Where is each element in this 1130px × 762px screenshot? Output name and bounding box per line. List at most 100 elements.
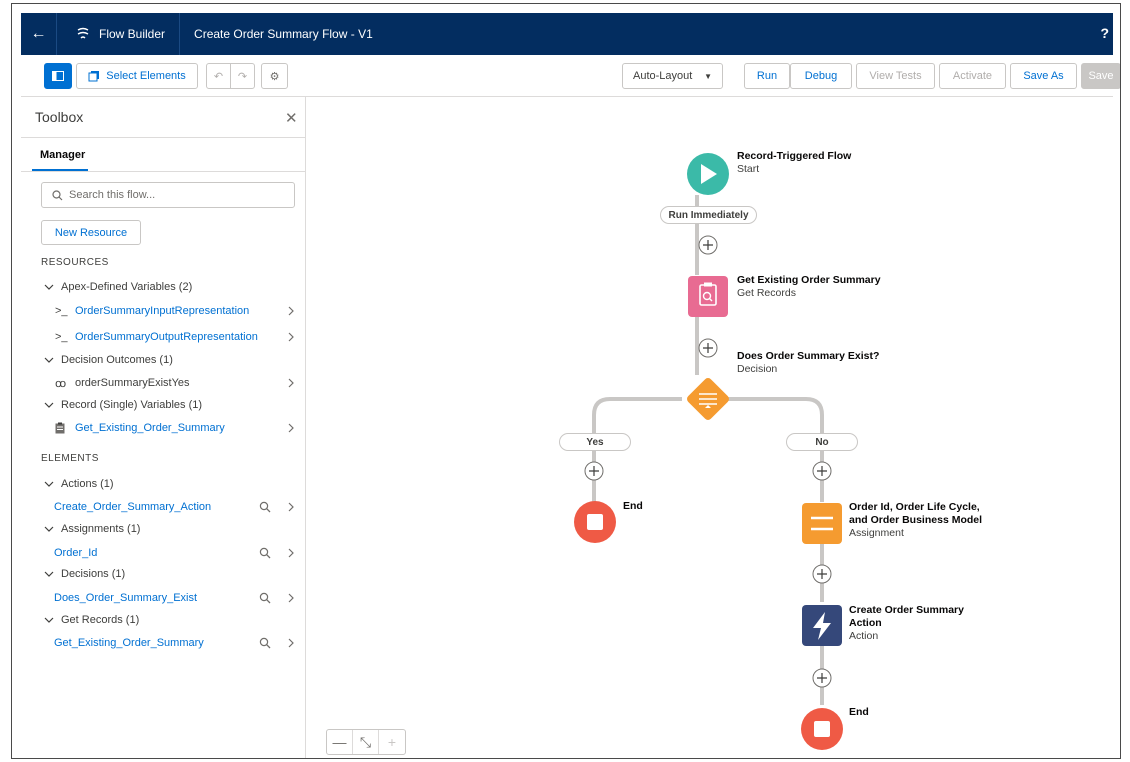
decision-label: Does Order Summary Exist? Decision	[737, 350, 879, 376]
resources-section-title: RESOURCES	[41, 257, 109, 268]
arrow-left-icon: ←	[30, 25, 47, 42]
resource-item[interactable]: >_ OrderSummaryOutputRepresentation	[21, 327, 305, 347]
activate-button[interactable]: Activate	[939, 63, 1006, 89]
resource-item[interactable]: ꝏ orderSummaryExistYes	[21, 373, 305, 393]
add-element-button[interactable]	[812, 461, 832, 481]
group-label: Record (Single) Variables (1)	[61, 399, 203, 411]
save-as-button[interactable]: Save As	[1010, 63, 1077, 89]
zoom-out-button[interactable]: —	[327, 730, 353, 754]
element-item-label: Get_Existing_Order_Summary	[54, 637, 204, 649]
assignment-title: and Order Business Model	[849, 514, 983, 526]
group-actions[interactable]: Actions (1)	[21, 474, 305, 494]
branch-no-badge[interactable]: No	[786, 433, 858, 451]
end-node-no[interactable]	[801, 708, 843, 750]
new-resource-button[interactable]: New Resource	[41, 220, 141, 245]
add-element-button[interactable]	[698, 338, 718, 358]
action-subtitle: Action	[849, 630, 879, 642]
fit-to-view-button[interactable]: ⤡	[353, 730, 379, 754]
start-node-subtitle: Start	[737, 163, 760, 175]
assignment-title: Order Id, Order Life Cycle,	[849, 501, 980, 513]
chevron-down-icon: ▼	[704, 71, 712, 81]
search-icon[interactable]	[259, 637, 271, 649]
element-item[interactable]: Order_Id	[21, 543, 305, 563]
divider	[21, 171, 305, 172]
debug-button[interactable]: Debug	[790, 63, 852, 89]
group-label: Get Records (1)	[61, 614, 140, 626]
help-button[interactable]: ?	[1100, 25, 1109, 41]
add-element-button[interactable]	[812, 564, 832, 584]
app-name: Flow Builder	[99, 27, 166, 41]
end-node-yes[interactable]	[574, 501, 616, 543]
group-decision-outcomes[interactable]: Decision Outcomes (1)	[21, 350, 305, 370]
chevron-down-icon	[44, 357, 54, 363]
decision-title: Does Order Summary Exist?	[737, 350, 880, 362]
copy-icon	[88, 71, 100, 82]
end-yes-title: End	[623, 500, 643, 512]
assignment-label: Order Id, Order Life Cycle, and Order Bu…	[849, 501, 982, 540]
group-decisions[interactable]: Decisions (1)	[21, 564, 305, 584]
element-item[interactable]: Does_Order_Summary_Exist	[21, 588, 305, 608]
group-record-variables[interactable]: Record (Single) Variables (1)	[21, 395, 305, 415]
redo-icon: ↷	[237, 70, 248, 83]
get-records-node[interactable]	[688, 276, 728, 317]
search-input[interactable]	[69, 189, 279, 201]
search-icon[interactable]	[259, 547, 271, 559]
search-icon[interactable]	[259, 592, 271, 604]
assignment-node[interactable]	[802, 503, 842, 544]
tab-manager[interactable]: Manager	[32, 147, 88, 171]
add-element-button[interactable]	[812, 668, 832, 688]
add-element-button[interactable]	[584, 461, 604, 481]
settings-button[interactable]: ⚙	[261, 63, 288, 89]
group-get-records[interactable]: Get Records (1)	[21, 610, 305, 630]
chevron-right-icon	[288, 332, 294, 342]
app-frame: ← Flow Builder Create Order Summary Flow…	[11, 3, 1121, 759]
toggle-toolbox-button[interactable]	[44, 63, 72, 89]
back-button[interactable]: ←	[21, 13, 57, 55]
add-element-button[interactable]	[698, 235, 718, 255]
select-elements-label: Select Elements	[106, 70, 186, 82]
group-apex-defined-variables[interactable]: Apex-Defined Variables (2)	[21, 277, 305, 297]
element-item[interactable]: Create_Order_Summary_Action	[21, 497, 305, 517]
start-node[interactable]	[687, 153, 729, 195]
chevron-down-icon	[44, 571, 54, 577]
resource-item-label: Get_Existing_Order_Summary	[75, 422, 225, 434]
chevron-down-icon	[44, 284, 54, 290]
undo-button[interactable]: ↶	[206, 63, 231, 89]
search-field[interactable]	[41, 182, 295, 208]
undo-icon: ↶	[213, 70, 224, 83]
global-header: ← Flow Builder Create Order Summary Flow…	[21, 13, 1113, 55]
resource-item[interactable]: Get_Existing_Order_Summary	[21, 418, 305, 438]
branch-yes-badge[interactable]: Yes	[559, 433, 631, 451]
view-tests-button[interactable]: View Tests	[856, 63, 935, 89]
toolbox-panel: Toolbox ✕ Manager New Resource RESOURCES…	[21, 97, 306, 758]
clipboard-icon	[55, 422, 65, 434]
redo-button[interactable]: ↷	[230, 63, 255, 89]
end-yes-label: End	[623, 500, 643, 513]
resource-item[interactable]: >_ OrderSummaryInputRepresentation	[21, 301, 305, 321]
element-item[interactable]: Get_Existing_Order_Summary	[21, 633, 305, 653]
search-icon	[52, 189, 63, 200]
flow-canvas[interactable]: Record-Triggered Flow Start Run Immediat…	[307, 97, 1113, 758]
flow-diagram	[574, 153, 843, 750]
layout-mode-select[interactable]: Auto-Layout ▼	[622, 63, 723, 89]
group-label: Decision Outcomes (1)	[61, 354, 173, 366]
zoom-in-button[interactable]: +	[379, 730, 405, 754]
action-node[interactable]	[802, 605, 842, 646]
flow-icon	[77, 27, 89, 39]
group-assignments[interactable]: Assignments (1)	[21, 519, 305, 539]
select-elements-button[interactable]: Select Elements	[76, 63, 198, 89]
element-item-label: Does_Order_Summary_Exist	[54, 592, 198, 604]
decision-node[interactable]	[685, 376, 730, 421]
save-button[interactable]: Save	[1081, 63, 1120, 89]
zoom-controls: — ⤡ +	[326, 729, 406, 755]
close-icon[interactable]: ✕	[285, 109, 298, 127]
app-name-block: Flow Builder	[57, 13, 181, 55]
search-icon[interactable]	[259, 501, 271, 513]
connector-lines	[592, 195, 824, 705]
start-node-title: Record-Triggered Flow	[737, 150, 852, 162]
decision-subtitle: Decision	[737, 363, 778, 375]
action-title: Action	[849, 617, 882, 629]
element-item-label: Order_Id	[54, 547, 98, 559]
run-button[interactable]: Run	[744, 63, 790, 89]
chevron-down-icon	[44, 481, 54, 487]
